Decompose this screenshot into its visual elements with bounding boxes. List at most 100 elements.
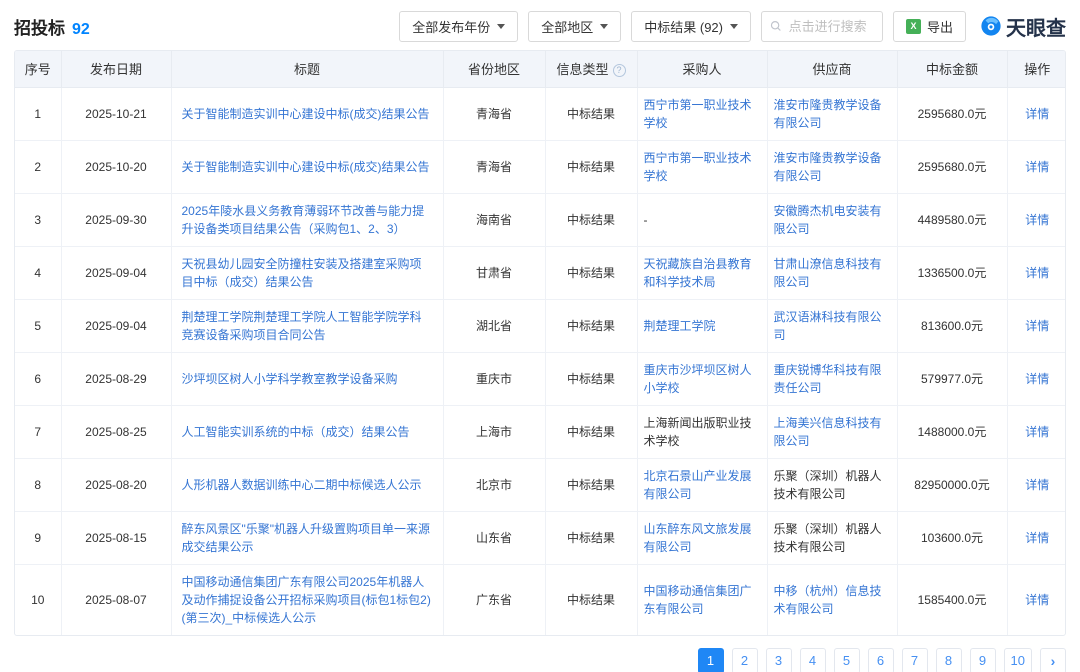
publish-date-cell: 2025-08-29 xyxy=(61,352,171,405)
column-header: 省份地区 xyxy=(443,51,545,87)
supplier-link[interactable]: 安徽腾杰机电安装有限公司 xyxy=(774,204,882,236)
row-index-cell: 7 xyxy=(15,405,61,458)
page-button-5[interactable]: 5 xyxy=(834,648,860,672)
info-type-cell: 中标结果 xyxy=(545,458,637,511)
filter-type-dropdown[interactable]: 中标结果 (92) xyxy=(631,11,751,42)
info-type: 中标结果 xyxy=(567,425,615,439)
purchaser-link[interactable]: 西宁市第一职业技术学校 xyxy=(644,98,752,130)
column-header-label: 操作 xyxy=(1024,62,1050,77)
title-link[interactable]: 关于智能制造实训中心建设中标(成交)结果公告 xyxy=(182,107,430,121)
title-link[interactable]: 2025年陵水县义务教育薄弱环节改善与能力提升设备类项目结果公告（采购包1、2、… xyxy=(182,204,425,236)
title-link[interactable]: 沙坪坝区树人小学科学教室教学设备采购 xyxy=(182,372,398,386)
purchaser-cell: 中国移动通信集团广东有限公司 xyxy=(637,564,767,635)
supplier-link[interactable]: 甘肃山潦信息科技有限公司 xyxy=(774,257,882,289)
amount-cell: 1585400.0元 xyxy=(897,564,1007,635)
page-button-4[interactable]: 4 xyxy=(800,648,826,672)
page-button-2[interactable]: 2 xyxy=(732,648,758,672)
table-header-row: 序号发布日期标题省份地区信息类型?采购人供应商中标金额操作 xyxy=(15,51,1066,87)
amount-cell: 103600.0元 xyxy=(897,511,1007,564)
detail-link[interactable]: 详情 xyxy=(1025,160,1049,174)
purchaser-link[interactable]: 荆楚理工学院 xyxy=(644,319,716,333)
province: 山东省 xyxy=(476,531,512,545)
supplier: 乐聚（深圳）机器人技术有限公司 xyxy=(774,522,882,554)
supplier-link[interactable]: 中移（杭州）信息技术有限公司 xyxy=(774,584,882,616)
purchaser-link[interactable]: 山东醉东风文旅发展有限公司 xyxy=(644,522,752,554)
column-header-label: 省份地区 xyxy=(468,62,520,77)
purchaser-cell: 西宁市第一职业技术学校 xyxy=(637,87,767,140)
purchaser-cell: 北京石景山产业发展有限公司 xyxy=(637,458,767,511)
search-box[interactable] xyxy=(761,11,883,42)
purchaser-cell: 天祝藏族自治县教育和科学技术局 xyxy=(637,246,767,299)
row-index: 7 xyxy=(34,425,41,439)
supplier-link[interactable]: 武汉语淋科技有限公司 xyxy=(774,310,882,342)
excel-icon: X xyxy=(906,19,921,34)
title-link[interactable]: 荆楚理工学院荆楚理工学院人工智能学院学科竞赛设备采购项目合同公告 xyxy=(182,310,422,342)
filter-year-dropdown[interactable]: 全部发布年份 xyxy=(399,11,518,42)
supplier-link[interactable]: 上海美兴信息科技有限公司 xyxy=(774,416,882,448)
page-button-1[interactable]: 1 xyxy=(698,648,724,672)
info-type: 中标结果 xyxy=(567,531,615,545)
detail-link[interactable]: 详情 xyxy=(1025,213,1049,227)
title-link[interactable]: 中国移动通信集团广东有限公司2025年机器人及动作捕捉设备公开招标采购项目(标包… xyxy=(182,575,431,625)
amount-cell: 579977.0元 xyxy=(897,352,1007,405)
filter-controls: 全部发布年份 全部地区 中标结果 (92) X 导出 xyxy=(399,11,1066,42)
search-input[interactable] xyxy=(787,18,874,35)
publish-date-cell: 2025-08-15 xyxy=(61,511,171,564)
title-link[interactable]: 醉东风景区"乐聚"机器人升级置购项目单一来源成交结果公示 xyxy=(182,522,431,554)
winning-amount: 82950000.0元 xyxy=(914,478,989,492)
export-button[interactable]: X 导出 xyxy=(893,11,966,42)
page-button-8[interactable]: 8 xyxy=(936,648,962,672)
filter-region-dropdown[interactable]: 全部地区 xyxy=(528,11,621,42)
purchaser-link[interactable]: 西宁市第一职业技术学校 xyxy=(644,151,752,183)
next-page-button[interactable]: › xyxy=(1040,648,1066,672)
detail-link[interactable]: 详情 xyxy=(1025,266,1049,280)
row-index-cell: 3 xyxy=(15,193,61,246)
info-type-cell: 中标结果 xyxy=(545,405,637,458)
action-cell: 详情 xyxy=(1007,511,1066,564)
page-button-3[interactable]: 3 xyxy=(766,648,792,672)
publish-date-cell: 2025-09-30 xyxy=(61,193,171,246)
purchaser-link[interactable]: 中国移动通信集团广东有限公司 xyxy=(644,584,752,616)
detail-link[interactable]: 详情 xyxy=(1025,593,1049,607)
detail-link[interactable]: 详情 xyxy=(1025,531,1049,545)
detail-link[interactable]: 详情 xyxy=(1025,372,1049,386)
supplier-link[interactable]: 淮安市隆贵教学设备有限公司 xyxy=(774,151,882,183)
detail-link[interactable]: 详情 xyxy=(1025,319,1049,333)
detail-link[interactable]: 详情 xyxy=(1025,107,1049,121)
column-header-label: 中标金额 xyxy=(926,62,978,77)
page-button-6[interactable]: 6 xyxy=(868,648,894,672)
purchaser: 上海新闻出版职业技术学校 xyxy=(644,416,752,448)
page-button-7[interactable]: 7 xyxy=(902,648,928,672)
title-link[interactable]: 天祝县幼儿园安全防撞柱安装及搭建室采购项目中标（成交）结果公告 xyxy=(182,257,422,289)
page-button-9[interactable]: 9 xyxy=(970,648,996,672)
supplier-link[interactable]: 淮安市隆贵教学设备有限公司 xyxy=(774,98,882,130)
column-header-label: 供应商 xyxy=(812,62,851,77)
province: 甘肃省 xyxy=(476,266,512,280)
info-type-cell: 中标结果 xyxy=(545,511,637,564)
purchaser-cell: 荆楚理工学院 xyxy=(637,299,767,352)
purchaser-link[interactable]: 北京石景山产业发展有限公司 xyxy=(644,469,752,501)
info-type: 中标结果 xyxy=(567,478,615,492)
row-index: 9 xyxy=(34,531,41,545)
row-index: 6 xyxy=(34,372,41,386)
province: 重庆市 xyxy=(476,372,512,386)
action-cell: 详情 xyxy=(1007,87,1066,140)
province-cell: 青海省 xyxy=(443,140,545,193)
title-link[interactable]: 人形机器人数据训练中心二期中标候选人公示 xyxy=(182,478,422,492)
detail-link[interactable]: 详情 xyxy=(1025,425,1049,439)
page-button-10[interactable]: 10 xyxy=(1004,648,1032,672)
title-link[interactable]: 人工智能实训系统的中标（成交）结果公告 xyxy=(182,425,410,439)
title-link[interactable]: 关于智能制造实训中心建设中标(成交)结果公告 xyxy=(182,160,430,174)
purchaser-link[interactable]: 重庆市沙坪坝区树人小学校 xyxy=(644,363,752,395)
table-row: 22025-10-20关于智能制造实训中心建设中标(成交)结果公告青海省中标结果… xyxy=(15,140,1066,193)
row-index: 3 xyxy=(34,213,41,227)
supplier-link[interactable]: 重庆锐博华科技有限责任公司 xyxy=(774,363,882,395)
detail-link[interactable]: 详情 xyxy=(1025,478,1049,492)
province: 青海省 xyxy=(476,107,512,121)
bidding-table-card: 序号发布日期标题省份地区信息类型?采购人供应商中标金额操作 12025-10-2… xyxy=(14,50,1066,636)
province: 海南省 xyxy=(476,213,512,227)
pagination: 123456789 10 › xyxy=(0,636,1080,672)
help-icon[interactable]: ? xyxy=(613,64,626,77)
purchaser-link[interactable]: 天祝藏族自治县教育和科学技术局 xyxy=(644,257,752,289)
supplier-cell: 乐聚（深圳）机器人技术有限公司 xyxy=(767,511,897,564)
